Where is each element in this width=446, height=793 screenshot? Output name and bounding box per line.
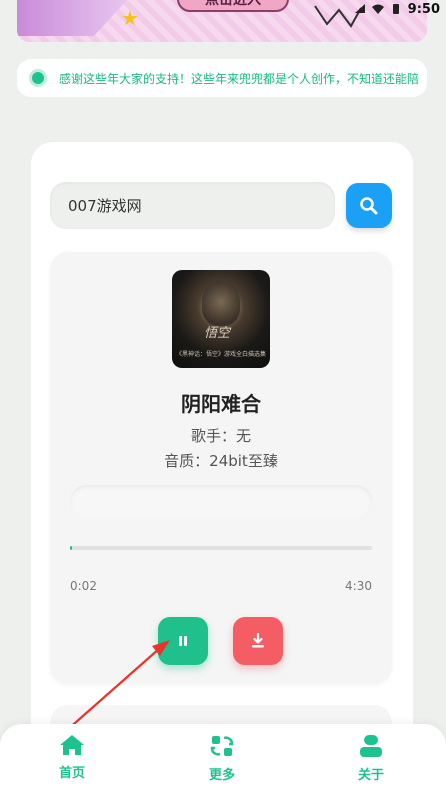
- notice-dot-icon: [29, 69, 47, 87]
- search-input[interactable]: 007游戏网: [50, 182, 335, 229]
- cover-calligraphy: 悟空: [204, 326, 231, 341]
- progress-fill: [70, 546, 73, 550]
- total-time: 4:30: [345, 579, 372, 593]
- current-time: 0:02: [70, 579, 97, 593]
- song-title: 阴阳难合: [181, 392, 261, 416]
- nav-item-about[interactable]: 关于: [336, 734, 406, 786]
- cover-figure: [202, 282, 240, 326]
- signal-icon: [354, 4, 365, 13]
- status-time: 9:50: [407, 1, 440, 17]
- battery-icon: [392, 4, 399, 14]
- home-icon: [60, 735, 84, 755]
- user-icon: [360, 735, 382, 757]
- artist-line: 歌手：无: [190, 427, 251, 445]
- progress-bar[interactable]: [70, 546, 372, 550]
- lyric-display: [70, 485, 372, 517]
- search-button[interactable]: [346, 183, 392, 228]
- quality-line: 音质：24bit至臻: [164, 452, 278, 470]
- banner-enter-label: 点击进入: [205, 0, 261, 8]
- banner-enter-button[interactable]: 点击进入: [177, 0, 289, 12]
- bottom-nav: 首页 更多 关于: [0, 724, 446, 793]
- music-player: 悟空 《黑神话：悟空》游戏全白描选集 阴阳难合 歌手：无 音质：24bit至臻 …: [50, 252, 392, 684]
- nav-label-more: 更多: [208, 768, 235, 783]
- download-button[interactable]: [233, 617, 283, 665]
- main-card: 007游戏网 悟空 《黑神话：悟空》游戏全白描选集 阴阳难合 歌手：无 音质：2…: [31, 142, 413, 762]
- pause-button[interactable]: [158, 617, 208, 665]
- album-cover: 悟空 《黑神话：悟空》游戏全白描选集: [172, 270, 270, 368]
- search-icon: [360, 196, 378, 214]
- status-bar: 9:50: [354, 0, 446, 18]
- notice-bar: 感谢这些年大家的支持！这些年来兜兜都是个人创作，不知道还能陪: [17, 59, 427, 97]
- search-row: 007游戏网: [50, 182, 394, 230]
- more-icon: [210, 736, 234, 756]
- nav-label-about: 关于: [357, 768, 384, 783]
- pause-icon: [179, 636, 187, 646]
- notice-text: 感谢这些年大家的支持！这些年来兜兜都是个人创作，不知道还能陪: [59, 71, 420, 86]
- nav-label-home: 首页: [58, 766, 85, 781]
- cover-caption: 《黑神话：悟空》游戏全白描选集: [176, 351, 266, 358]
- download-icon: [252, 633, 264, 648]
- star-icon: ★: [121, 6, 139, 30]
- wifi-icon: [371, 4, 384, 14]
- banner-character-art: [17, 0, 127, 36]
- nav-item-home[interactable]: 首页: [37, 734, 107, 786]
- nav-item-more[interactable]: 更多: [187, 734, 257, 786]
